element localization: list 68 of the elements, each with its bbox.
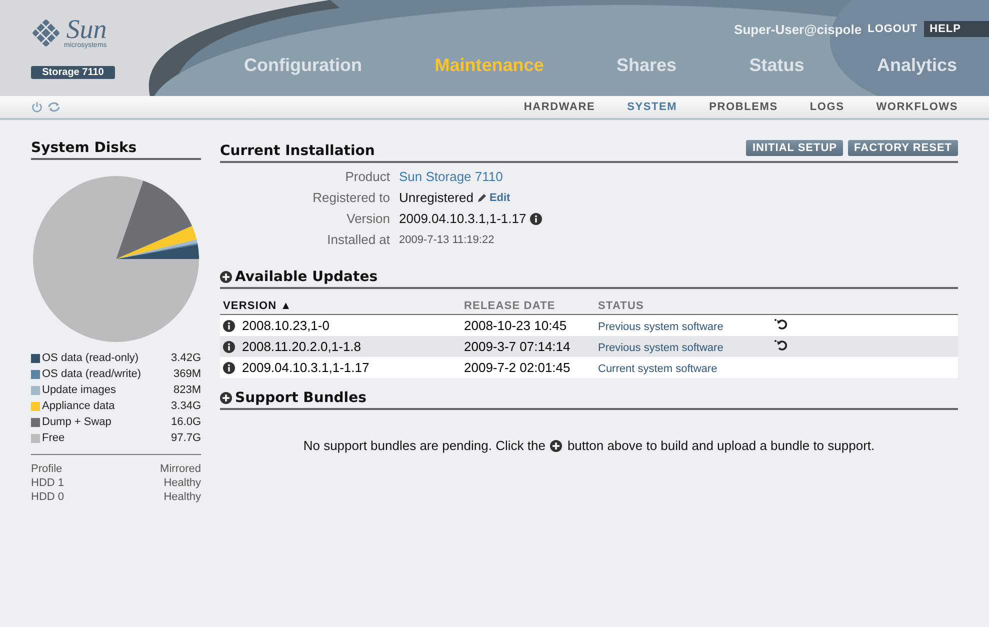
section-title: Current Installation: [220, 143, 375, 159]
table-cell: 2008.10.23,1-0: [242, 318, 330, 333]
table-cell: 2009.04.10.3.1,1-1.17: [242, 360, 370, 375]
legend-label: Appliance data: [42, 400, 116, 412]
legend-label: OS data (read-only): [42, 352, 140, 364]
subnav-tab[interactable]: PROBLEMS: [709, 101, 778, 113]
action-button[interactable]: FACTORY RESET: [848, 140, 958, 156]
subnav-tab[interactable]: LOGS: [810, 101, 844, 113]
nav-tab[interactable]: Configuration: [244, 55, 362, 76]
edit-link[interactable]: Edit: [477, 192, 510, 204]
info-icon[interactable]: [223, 340, 235, 352]
legend-label: Update images: [42, 384, 117, 396]
table-cell: 2008-10-23 10:45: [464, 318, 567, 333]
field-value: 2009-7-13 11:19:22: [399, 232, 496, 247]
nav-tab[interactable]: Shares: [616, 55, 676, 76]
model-badge: Storage 7110: [31, 66, 115, 79]
nav-tab[interactable]: Status: [749, 55, 804, 76]
table-cell: Current system software: [598, 363, 718, 375]
nav-tab[interactable]: Analytics: [876, 55, 957, 76]
table-cell: 2009-3-7 07:14:14: [464, 339, 570, 354]
disk-label: HDD 0: [31, 491, 64, 505]
message-text: button above to build and upload a bundle to support.: [567, 438, 875, 453]
table-cell: 2009-7-2 02:01:45: [464, 360, 570, 375]
info-icon[interactable]: [223, 362, 235, 374]
field-label: Registered to: [312, 190, 390, 205]
disk-status: Mirrored: [160, 463, 201, 477]
table-cell: 2008.11.20.2.0,1-1.8: [242, 339, 362, 354]
logo-text: Sun: [66, 16, 107, 42]
legend-value: 97.7G: [171, 432, 201, 444]
field-value: Unregistered: [399, 190, 474, 205]
section-title: Available Updates: [235, 269, 378, 285]
table-cell: Previous system software: [598, 342, 724, 354]
disk-label: HDD 1: [31, 477, 64, 491]
user-name: Super-User@cispole: [734, 22, 862, 36]
subnav-tab[interactable]: SYSTEM: [627, 101, 678, 113]
message-text: No support bundles are pending. Click the: [303, 438, 546, 453]
rollback-icon[interactable]: [774, 318, 788, 330]
logout-link[interactable]: LOGOUT: [868, 23, 918, 35]
help-button[interactable]: HELP: [924, 21, 989, 37]
add-icon[interactable]: [220, 392, 232, 404]
field-label: Product: [344, 169, 390, 184]
legend-value: 823M: [173, 384, 201, 396]
action-button[interactable]: INITIAL SETUP: [746, 140, 844, 156]
disk-status: Healthy: [164, 491, 201, 505]
field-value: 2009.04.10.3.1,1-1.17: [399, 211, 526, 226]
legend-label: Dump + Swap: [42, 416, 112, 428]
disk-status: Healthy: [164, 477, 201, 491]
rollback-icon[interactable]: [774, 339, 788, 351]
field-label: Version: [346, 211, 390, 226]
table-cell: Previous system software: [598, 321, 724, 333]
product-link[interactable]: Sun Storage 7110: [399, 169, 503, 184]
add-icon: [550, 440, 562, 452]
pencil-icon: [477, 192, 488, 202]
field-label: Installed at: [326, 232, 390, 247]
legend-value: 369M: [173, 368, 201, 380]
subnav-tab[interactable]: WORKFLOWS: [876, 101, 958, 113]
add-icon[interactable]: [220, 271, 232, 283]
legend-value: 3.42G: [171, 352, 201, 364]
info-icon[interactable]: [223, 320, 235, 332]
legend-label: OS data (read/write): [42, 368, 142, 380]
info-icon[interactable]: [530, 212, 542, 224]
section-title: Support Bundles: [235, 390, 366, 406]
disk-label: Profile: [31, 463, 62, 477]
section-title: System Disks: [31, 140, 201, 160]
legend-value: 16.0G: [171, 416, 201, 428]
legend-label: Free: [42, 432, 66, 444]
legend-value: 3.34G: [171, 400, 201, 412]
subnav-tab[interactable]: HARDWARE: [524, 101, 596, 113]
